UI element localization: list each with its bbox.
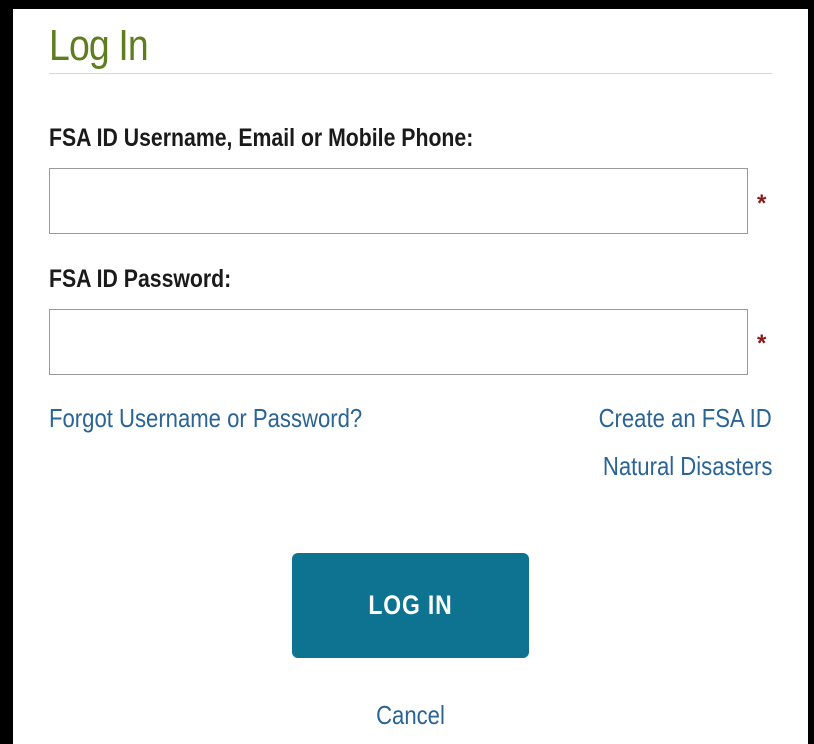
create-fsa-id-link[interactable]: Create an FSA ID [599,403,772,433]
username-required-marker: * [757,190,767,217]
log-in-button-label: LOG IN [368,590,453,620]
password-input[interactable] [49,309,748,375]
password-required-marker: * [757,330,767,357]
forgot-credentials-link[interactable]: Forgot Username or Password? [49,403,362,433]
username-input[interactable] [49,168,748,234]
username-label: FSA ID Username, Email or Mobile Phone: [49,124,474,152]
natural-disasters-link[interactable]: Natural Disasters [603,451,772,481]
cancel-link-label: Cancel [375,700,445,730]
page-title: Log In [49,21,149,70]
log-in-button[interactable]: LOG IN [292,553,529,658]
password-label: FSA ID Password: [49,265,232,293]
cancel-link[interactable]: Cancel [0,700,814,730]
title-divider [49,73,772,74]
